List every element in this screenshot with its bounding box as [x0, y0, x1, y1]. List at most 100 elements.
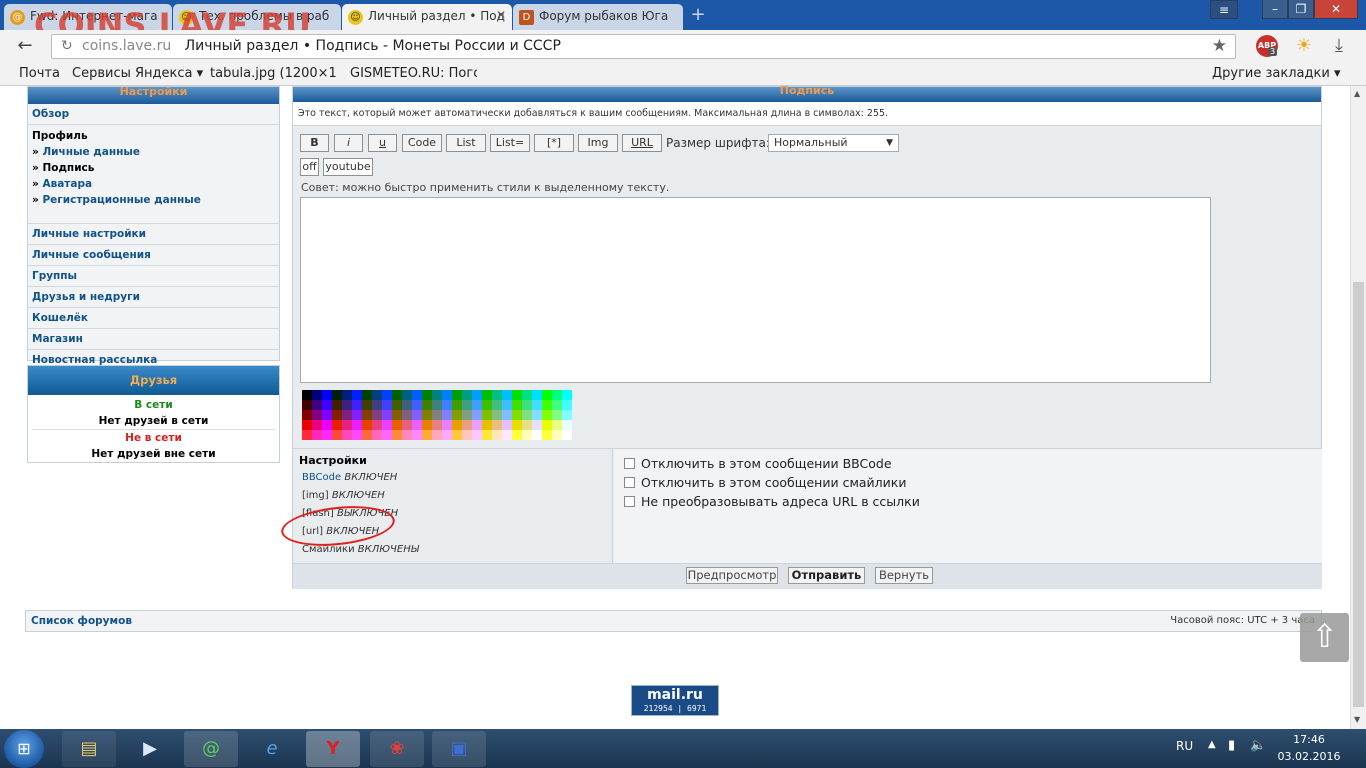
menu-subitem-avatar[interactable]: » Аватара [32, 176, 275, 192]
color-swatch[interactable] [552, 390, 562, 400]
color-swatch[interactable] [512, 420, 522, 430]
volume-icon[interactable]: 🔈 [1250, 738, 1266, 753]
color-swatch[interactable] [532, 400, 542, 410]
disable-smilies-option[interactable]: Отключить в этом сообщении смайлики [624, 475, 906, 490]
color-swatch[interactable] [502, 410, 512, 420]
color-swatch[interactable] [342, 430, 352, 440]
scroll-to-top-icon[interactable]: ⇧ [1300, 613, 1349, 662]
bookmark-item[interactable]: Сервисы Яндекса ▾ [72, 66, 203, 81]
mailru-counter[interactable]: mail.ru 212954 | 6971 [631, 685, 719, 716]
color-swatch[interactable] [322, 420, 332, 430]
color-swatch[interactable] [412, 420, 422, 430]
color-swatch[interactable] [342, 410, 352, 420]
color-swatch[interactable] [412, 430, 422, 440]
color-swatch[interactable] [432, 410, 442, 420]
menu-subitem-signature[interactable]: » Подпись [32, 160, 275, 176]
color-swatch[interactable] [522, 410, 532, 420]
color-swatch[interactable] [472, 400, 482, 410]
color-swatch[interactable] [382, 400, 392, 410]
color-swatch[interactable] [332, 390, 342, 400]
color-swatch[interactable] [552, 430, 562, 440]
off-button[interactable]: off [300, 158, 319, 176]
browser-tab[interactable]: @ Fwd: Интернет-мага [4, 4, 172, 30]
color-swatch[interactable] [392, 420, 402, 430]
color-swatch[interactable] [362, 410, 372, 420]
color-swatch[interactable] [562, 420, 572, 430]
media-player-icon[interactable]: ▶ [123, 731, 177, 767]
setting-tag[interactable]: BBCode [302, 472, 341, 483]
color-swatch[interactable] [452, 420, 462, 430]
color-palette[interactable] [302, 390, 572, 440]
youtube-button[interactable]: youtube [323, 158, 373, 176]
checkbox[interactable] [624, 496, 635, 507]
huawei-icon[interactable]: ❀ [370, 731, 424, 767]
color-swatch[interactable] [332, 420, 342, 430]
color-swatch[interactable] [552, 410, 562, 420]
submit-button[interactable]: Отправить [788, 567, 865, 584]
address-bar[interactable]: ↻ coins.lave.ru Личный раздел • Подпись … [51, 34, 1236, 59]
reset-button[interactable]: Вернуть [875, 567, 933, 584]
yandex-browser-icon[interactable]: Y [306, 731, 360, 767]
color-swatch[interactable] [442, 390, 452, 400]
color-swatch[interactable] [492, 410, 502, 420]
bold-button[interactable]: B [300, 134, 329, 152]
menu-item-overview[interactable]: Обзор [28, 104, 279, 125]
color-swatch[interactable] [322, 390, 332, 400]
list-item-button[interactable]: [*] [534, 134, 574, 152]
color-swatch[interactable] [562, 390, 572, 400]
color-swatch[interactable] [482, 410, 492, 420]
disable-urls-option[interactable]: Не преобразовывать адреса URL в ссылки [624, 494, 920, 509]
color-swatch[interactable] [332, 430, 342, 440]
color-swatch[interactable] [542, 420, 552, 430]
color-swatch[interactable] [482, 390, 492, 400]
color-swatch[interactable] [492, 400, 502, 410]
list-button[interactable]: List [446, 134, 486, 152]
minimize-icon[interactable]: – [1262, 0, 1288, 19]
color-swatch[interactable] [532, 430, 542, 440]
color-swatch[interactable] [522, 420, 532, 430]
color-swatch[interactable] [472, 390, 482, 400]
color-swatch[interactable] [562, 400, 572, 410]
bookmark-item[interactable]: tabula.jpg (1200×16 [210, 66, 336, 81]
color-swatch[interactable] [372, 400, 382, 410]
img-button[interactable]: Img [578, 134, 618, 152]
color-swatch[interactable] [312, 390, 322, 400]
color-swatch[interactable] [542, 410, 552, 420]
preview-button[interactable]: Предпросмотр [686, 567, 778, 584]
color-swatch[interactable] [312, 420, 322, 430]
color-swatch[interactable] [422, 400, 432, 410]
color-swatch[interactable] [302, 430, 312, 440]
color-swatch[interactable] [522, 390, 532, 400]
explorer-icon[interactable]: ▤ [62, 731, 116, 767]
color-swatch[interactable] [422, 430, 432, 440]
color-swatch[interactable] [322, 400, 332, 410]
language-indicator[interactable]: RU [1176, 739, 1193, 753]
start-button-icon[interactable]: ⊞ [4, 730, 44, 768]
color-swatch[interactable] [302, 420, 312, 430]
color-swatch[interactable] [542, 430, 552, 440]
color-swatch[interactable] [432, 390, 442, 400]
color-swatch[interactable] [462, 390, 472, 400]
color-swatch[interactable] [402, 400, 412, 410]
new-tab-icon[interactable]: + [686, 6, 710, 24]
color-swatch[interactable] [362, 420, 372, 430]
bookmark-item[interactable]: Почта [19, 66, 60, 81]
color-swatch[interactable] [542, 390, 552, 400]
color-swatch[interactable] [412, 410, 422, 420]
color-swatch[interactable] [382, 430, 392, 440]
color-swatch[interactable] [552, 400, 562, 410]
color-swatch[interactable] [352, 410, 362, 420]
color-swatch[interactable] [312, 430, 322, 440]
color-swatch[interactable] [532, 410, 542, 420]
color-swatch[interactable] [302, 410, 312, 420]
bookmark-star-icon[interactable]: ★ [1212, 35, 1227, 58]
color-swatch[interactable] [522, 400, 532, 410]
color-swatch[interactable] [312, 410, 322, 420]
color-swatch[interactable] [502, 400, 512, 410]
color-swatch[interactable] [502, 430, 512, 440]
color-swatch[interactable] [502, 420, 512, 430]
menu-item-friends-foes[interactable]: Друзья и недруги [28, 287, 279, 308]
color-swatch[interactable] [562, 410, 572, 420]
color-swatch[interactable] [332, 410, 342, 420]
color-swatch[interactable] [472, 410, 482, 420]
